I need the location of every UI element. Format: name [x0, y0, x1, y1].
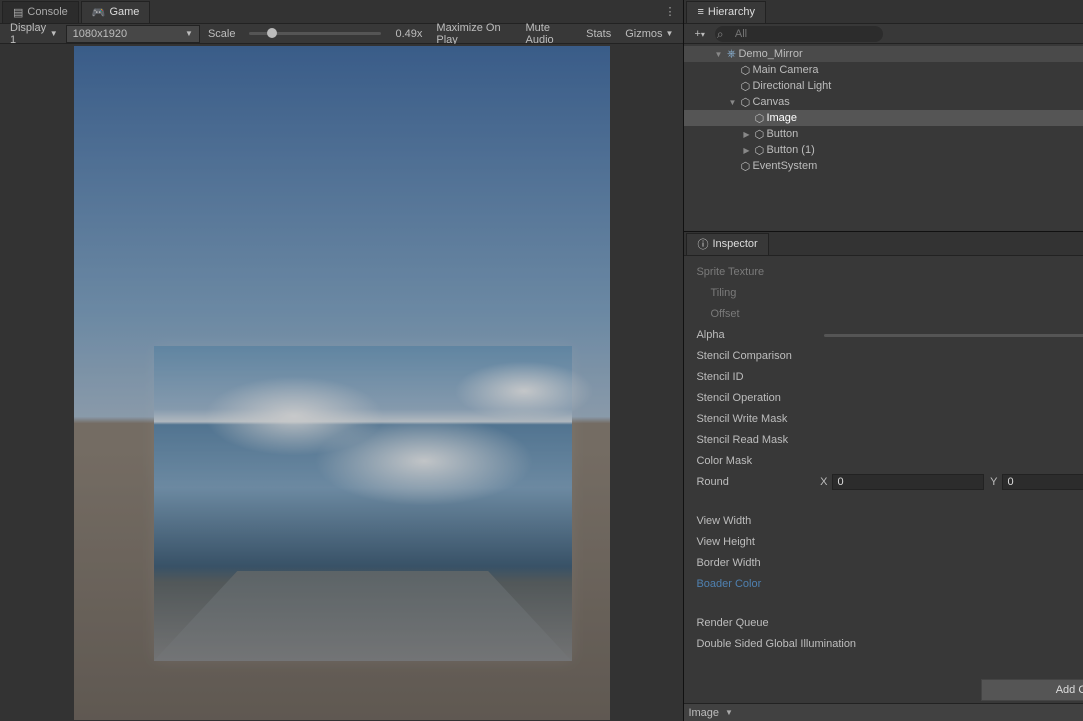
hierarchy-item[interactable]: ▶⬡Button [684, 126, 1083, 142]
scene-icon: ⎈ [724, 48, 738, 61]
gameobject-icon: ⬡ [738, 80, 752, 93]
render-queue-label: Render Queue [696, 617, 816, 629]
game-viewport [0, 44, 683, 721]
scale-label: Scale [202, 25, 242, 43]
footer-component-label: Image [688, 707, 719, 719]
round-y-field[interactable] [1002, 474, 1083, 490]
chevron-down-icon: ▼ [666, 29, 674, 38]
hierarchy-item[interactable]: ⬡EventSystem [684, 158, 1083, 174]
hierarchy-item-label: Main Camera [752, 64, 818, 76]
resolution-dropdown[interactable]: 1080x1920 ▼ [66, 25, 200, 43]
round-x-field[interactable] [832, 474, 984, 490]
expand-arrow-icon[interactable]: ▶ [740, 130, 752, 139]
gameobject-icon: ⬡ [738, 96, 752, 109]
expand-arrow-icon[interactable]: ▼ [726, 98, 738, 107]
round-label: Round [696, 476, 816, 488]
display-dropdown[interactable]: Display 1 ▼ [4, 25, 64, 43]
tab-inspector[interactable]: ⓘ Inspector [686, 233, 768, 255]
alpha-label: Alpha [696, 329, 816, 341]
inspector-icon: ⓘ [697, 236, 708, 252]
game-render-area [74, 46, 610, 720]
game-icon: 🎮 [92, 6, 106, 19]
color-mask-label: Color Mask [696, 455, 816, 467]
hierarchy-item-label: Directional Light [752, 80, 831, 92]
dsgi-label: Double Sided Global Illumination [696, 638, 896, 650]
tab-game-label: Game [109, 6, 139, 18]
border-width-label: Border Width [696, 557, 816, 569]
tab-console[interactable]: ▤ Console [2, 1, 79, 23]
hierarchy-tree: ▼⎈Demo_Mirror⋮⬡Main Camera⬡Directional L… [684, 44, 1083, 231]
view-height-label: View Height [696, 536, 816, 548]
expand-arrow-icon[interactable]: ▶ [740, 146, 752, 155]
hierarchy-item[interactable]: ▼⎈Demo_Mirror⋮ [684, 46, 1083, 62]
mute-button[interactable]: Mute Audio [520, 25, 579, 43]
tab-inspector-label: Inspector [712, 238, 757, 250]
chevron-down-icon: ▼ [185, 29, 193, 38]
console-icon: ▤ [13, 6, 23, 19]
view-width-label: View Width [696, 515, 816, 527]
hierarchy-item-label: EventSystem [752, 160, 817, 172]
gameobject-icon: ⬡ [738, 160, 752, 173]
expand-arrow-icon[interactable]: ▼ [712, 50, 724, 59]
chevron-down-icon[interactable]: ▼ [725, 708, 733, 717]
stencil-write-mask-label: Stencil Write Mask [696, 413, 816, 425]
chevron-down-icon: ▼ [50, 29, 58, 38]
hierarchy-icon: ≡ [697, 6, 703, 18]
hierarchy-item-label: Button (1) [766, 144, 814, 156]
hierarchy-item[interactable]: ⬡Main Camera [684, 62, 1083, 78]
gizmos-dropdown[interactable]: Gizmos ▼ [619, 25, 679, 43]
offset-label: Offset [696, 308, 756, 320]
tiling-label: Tiling [696, 287, 756, 299]
panel-menu-icon[interactable]: ⋮ [656, 5, 683, 18]
gameobject-icon: ⬡ [738, 64, 752, 77]
scale-slider[interactable] [243, 32, 387, 35]
hierarchy-item-label: Demo_Mirror [738, 48, 802, 60]
hierarchy-item[interactable]: ⬡Directional Light [684, 78, 1083, 94]
add-component-button[interactable]: Add Component [981, 679, 1083, 701]
boader-color-label: Boader Color [696, 578, 816, 590]
hierarchy-item[interactable]: ▼⬡Canvas [684, 94, 1083, 110]
hierarchy-item-label: Button [766, 128, 798, 140]
stencil-read-mask-label: Stencil Read Mask [696, 434, 816, 446]
stencil-comparison-label: Stencil Comparison [696, 350, 816, 362]
stencil-id-label: Stencil ID [696, 371, 816, 383]
sprite-texture-label: Sprite Texture [696, 266, 816, 278]
hierarchy-search-input[interactable] [715, 26, 883, 42]
game-image [154, 346, 572, 661]
tab-hierarchy-label: Hierarchy [708, 6, 755, 18]
gameobject-icon: ⬡ [752, 112, 766, 125]
tab-game[interactable]: 🎮 Game [81, 1, 151, 23]
hierarchy-item[interactable]: ⬡Image [684, 110, 1083, 126]
tab-hierarchy[interactable]: ≡ Hierarchy [686, 1, 766, 23]
hierarchy-item-label: Canvas [752, 96, 789, 108]
stencil-operation-label: Stencil Operation [696, 392, 816, 404]
maximize-button[interactable]: Maximize On Play [430, 25, 517, 43]
hierarchy-item-label: Image [766, 112, 797, 124]
alpha-slider[interactable] [824, 334, 1083, 337]
tab-console-label: Console [27, 6, 67, 18]
gameobject-icon: ⬡ [752, 128, 766, 141]
add-button[interactable]: +▾ [688, 28, 710, 40]
scale-value: 0.49x [389, 25, 428, 43]
gameobject-icon: ⬡ [752, 144, 766, 157]
hierarchy-item[interactable]: ▶⬡Button (1) [684, 142, 1083, 158]
stats-button[interactable]: Stats [580, 25, 617, 43]
